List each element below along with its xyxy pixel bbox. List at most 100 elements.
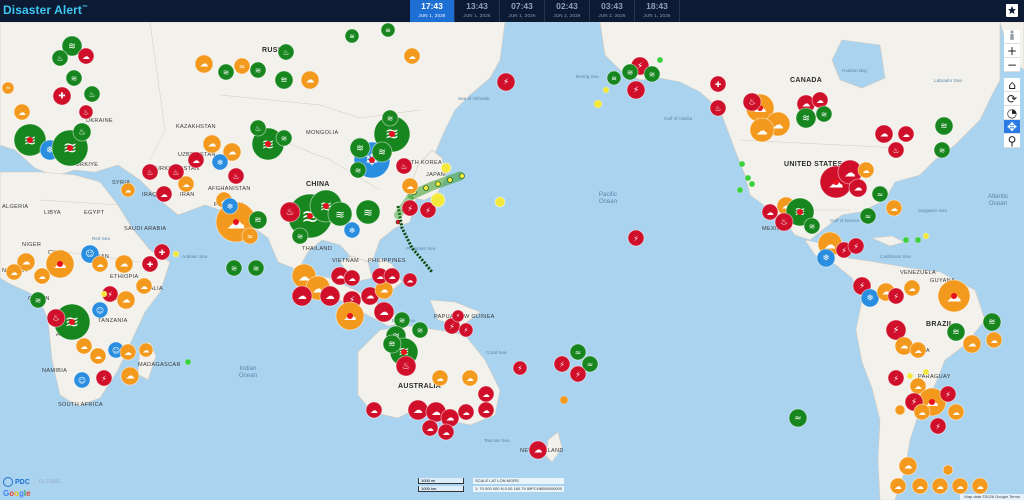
alert-marker-storm[interactable]: ☁ xyxy=(421,419,439,437)
alert-marker-storm[interactable]: ☁ xyxy=(402,272,418,288)
alert-marker-storm[interactable]: ☁ xyxy=(528,440,548,460)
storm-track-point[interactable] xyxy=(459,173,465,179)
zoom-in-button[interactable]: + xyxy=(1004,44,1020,58)
alert-marker-health[interactable]: ✚ xyxy=(141,255,159,273)
alert-marker-storm[interactable]: ☁ xyxy=(951,477,969,495)
alert-marker-storm[interactable]: ☁ xyxy=(874,124,894,144)
alert-marker-flood[interactable]: ≋ xyxy=(291,227,309,245)
alert-marker-storm[interactable]: ☁ xyxy=(903,279,921,297)
alert-dot[interactable] xyxy=(922,368,930,376)
alert-marker-storm[interactable]: ☁ xyxy=(365,401,383,419)
alert-dot[interactable] xyxy=(744,174,752,182)
alert-marker-wind[interactable]: ≈ xyxy=(233,57,251,75)
alert-marker-storm[interactable]: ☁ xyxy=(77,47,95,65)
alert-marker-storm[interactable]: ☁ xyxy=(89,347,107,365)
alert-marker-flood[interactable]: ≋ xyxy=(274,70,294,90)
alert-marker-flood[interactable]: ≋ xyxy=(934,116,954,136)
alert-marker-flood[interactable]: ≋ xyxy=(371,141,393,163)
alert-marker-storm[interactable]: ☁ xyxy=(120,182,136,198)
alert-marker-storm[interactable]: ☁ xyxy=(749,117,775,143)
alert-marker-storm[interactable]: ☁ xyxy=(857,161,875,179)
alert-marker-earthquake[interactable]: ⚡ xyxy=(401,199,419,217)
alert-marker-storm[interactable]: ☁ xyxy=(401,177,419,195)
alert-marker-wildfire[interactable]: ♨ xyxy=(141,163,159,181)
alert-dot[interactable] xyxy=(440,162,452,174)
alert-marker-storm[interactable]: ☁ xyxy=(947,403,965,421)
alert-marker-storm[interactable]: ☁ xyxy=(913,403,931,421)
app-title[interactable]: Disaster Alert™ xyxy=(3,3,88,17)
alert-marker-flood[interactable]: ≋ xyxy=(815,105,833,123)
alert-marker-storm[interactable]: ☁ xyxy=(343,269,361,287)
alert-marker-storm[interactable]: ☁ xyxy=(91,255,109,273)
alert-marker-flood[interactable]: ≋ xyxy=(393,311,411,329)
alert-marker-cold[interactable]: ❄ xyxy=(211,153,229,171)
alert-marker-storm[interactable]: ☁ xyxy=(889,477,907,495)
alert-marker-earthquake[interactable]: ⚡ xyxy=(569,365,587,383)
alert-marker-storm[interactable]: ☁ xyxy=(116,290,136,310)
alert-marker-storm[interactable]: ☁ xyxy=(45,249,75,279)
alert-marker-flood[interactable]: ≋ xyxy=(65,69,83,87)
alert-marker-earthquake[interactable]: ⚡ xyxy=(627,229,645,247)
alert-marker-flood[interactable]: ≋ xyxy=(349,161,367,179)
alert-marker-flood[interactable]: ≋ xyxy=(217,63,235,81)
alert-dot[interactable] xyxy=(100,290,108,298)
street-view-button[interactable] xyxy=(1004,30,1020,44)
alert-marker-flood[interactable]: ≋ xyxy=(225,259,243,277)
alert-marker-storm[interactable]: ☁ xyxy=(187,151,205,169)
alert-marker-storm[interactable]: ☁ xyxy=(898,456,918,476)
alert-marker-wind[interactable]: ≈ xyxy=(569,343,587,361)
alert-dot[interactable] xyxy=(172,250,180,258)
alert-marker-wildfire[interactable]: ♨ xyxy=(279,201,301,223)
alert-marker-earthquake[interactable]: ⚡ xyxy=(458,322,474,338)
alert-marker-cold[interactable]: ❄ xyxy=(221,197,239,215)
alert-marker-wildfire[interactable]: ♨ xyxy=(395,355,417,377)
alert-marker-storm[interactable]: ☁ xyxy=(897,125,915,143)
alert-marker-health[interactable]: ✚ xyxy=(52,86,72,106)
alert-marker-flood[interactable]: ≋ xyxy=(982,312,1002,332)
alert-marker-earthquake[interactable]: ⚡ xyxy=(887,369,905,387)
alert-marker-cold[interactable]: ❄ xyxy=(343,221,361,239)
timeline-slot-2[interactable]: 07:43 JUN 1, 2026 xyxy=(500,0,545,22)
alert-marker-storm[interactable]: ☁ xyxy=(848,178,868,198)
alert-marker-flood[interactable]: ≋ xyxy=(380,22,396,38)
alert-marker-flood[interactable]: ≋ xyxy=(803,217,821,235)
alert-marker-storm[interactable]: ☁ xyxy=(373,301,395,323)
alert-marker-earthquake[interactable]: ⚡ xyxy=(929,417,947,435)
alert-dot[interactable] xyxy=(748,180,756,188)
timeline-slot-0[interactable]: 17:43 JUN 1, 2026 xyxy=(410,0,455,22)
alert-dot[interactable] xyxy=(942,464,954,476)
timeline-slot-1[interactable]: 13:43 JUN 1, 2026 xyxy=(455,0,500,22)
alert-marker-flood[interactable]: ≋ xyxy=(275,129,293,147)
alert-dot[interactable] xyxy=(922,232,930,240)
alert-marker-wildfire[interactable]: ♨ xyxy=(83,85,101,103)
alert-marker-storm[interactable]: ☁ xyxy=(931,477,949,495)
alert-marker-flood[interactable]: ≋ xyxy=(381,109,399,127)
alert-marker-earthquake[interactable]: ⚡ xyxy=(95,369,113,387)
alert-marker-storm[interactable]: ☁ xyxy=(119,343,137,361)
alert-marker-wildfire[interactable]: ♨ xyxy=(46,308,66,328)
alert-marker-storm[interactable]: ☁ xyxy=(437,423,455,441)
zoom-out-button[interactable]: − xyxy=(1004,58,1020,72)
alert-marker-storm[interactable]: ☁ xyxy=(13,103,31,121)
alert-marker-flood[interactable]: ≋ xyxy=(249,61,267,79)
alert-marker-storm[interactable]: ☁ xyxy=(431,369,449,387)
alert-dot[interactable] xyxy=(906,372,914,380)
alert-marker-wildfire[interactable]: ♨ xyxy=(277,43,295,61)
timeline-slot-4[interactable]: 03:43 JUN 2, 2026 xyxy=(590,0,635,22)
alert-marker-storm[interactable]: ☁ xyxy=(985,331,1003,349)
alert-marker-storm[interactable]: ☁ xyxy=(33,267,51,285)
alert-marker-flood[interactable]: ≋ xyxy=(382,334,402,354)
alert-marker-storm[interactable]: ☁ xyxy=(155,185,173,203)
alert-dot[interactable] xyxy=(902,236,910,244)
alert-marker-storm[interactable]: ☁ xyxy=(477,401,495,419)
alert-marker-wind[interactable]: ≈ xyxy=(871,185,889,203)
alert-marker-flood[interactable]: ≋ xyxy=(349,137,371,159)
alert-marker-storm[interactable]: ☁ xyxy=(114,254,134,274)
alert-marker-storm[interactable]: ☁ xyxy=(909,341,927,359)
menu-button[interactable] xyxy=(1006,4,1018,17)
alert-marker-storm[interactable]: ☁ xyxy=(300,70,320,90)
alert-marker-flood[interactable]: ≋ xyxy=(355,199,381,225)
alert-dot[interactable] xyxy=(656,56,664,64)
alert-marker-earthquake[interactable]: ⚡ xyxy=(887,287,905,305)
alert-marker-cold[interactable]: ❄ xyxy=(860,288,880,308)
